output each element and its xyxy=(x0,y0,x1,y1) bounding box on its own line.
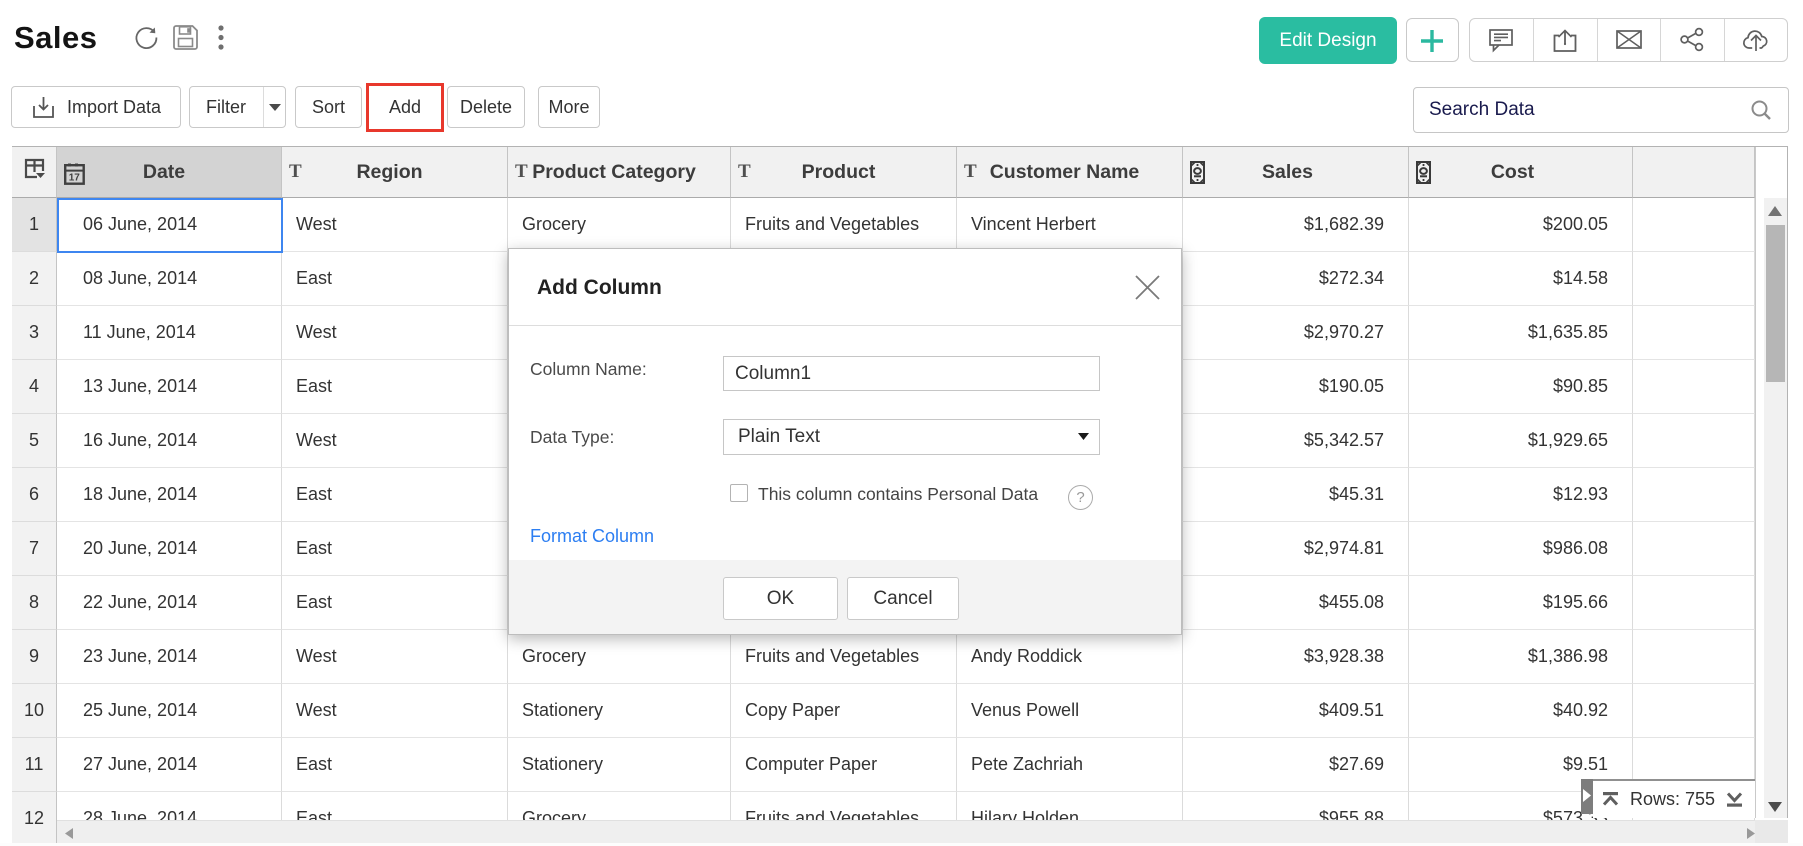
svg-text:17: 17 xyxy=(69,173,81,184)
